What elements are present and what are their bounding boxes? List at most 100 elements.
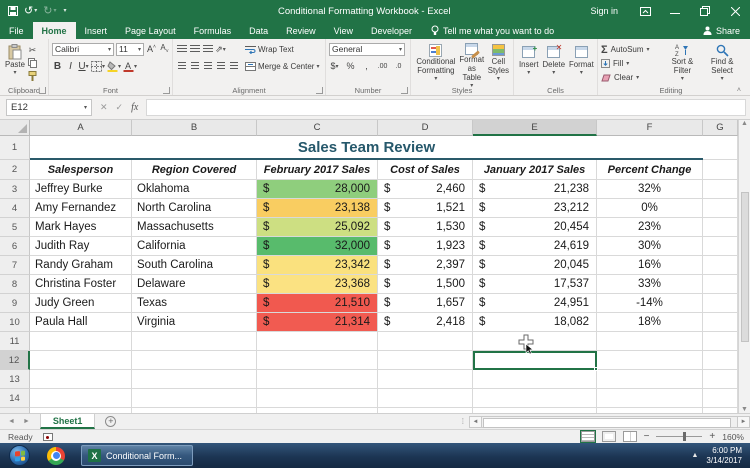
tab-home[interactable]: Home: [32, 22, 76, 39]
row-header-1[interactable]: 1: [0, 136, 30, 160]
percent-style-button[interactable]: %: [345, 60, 356, 72]
minimize-button[interactable]: [660, 0, 690, 22]
taskbar-clock[interactable]: 6:00 PM 3/14/2017: [706, 446, 742, 466]
tab-review[interactable]: Review: [277, 22, 325, 39]
zoom-level[interactable]: 160%: [722, 432, 744, 442]
cell-A14[interactable]: [30, 389, 132, 408]
increase-indent-button[interactable]: [228, 60, 239, 72]
undo-button[interactable]: ↺ ▾: [24, 5, 37, 17]
table-header-D2[interactable]: Cost of Sales: [378, 160, 473, 180]
cell-C13[interactable]: [257, 370, 378, 389]
paste-button[interactable]: Paste ▾: [3, 42, 27, 82]
row-header-2[interactable]: 2: [0, 160, 30, 180]
hscroll-left-icon[interactable]: ◄: [469, 415, 482, 428]
cell-B4[interactable]: North Carolina: [132, 199, 257, 218]
cell-B7[interactable]: South Carolina: [132, 256, 257, 275]
page-layout-view-button[interactable]: [601, 431, 616, 442]
cell-A13[interactable]: [30, 370, 132, 389]
name-box[interactable]: E12 ▾: [6, 99, 92, 116]
cell-D6[interactable]: $1,923: [378, 237, 473, 256]
cell-F14[interactable]: [597, 389, 703, 408]
fill-color-button[interactable]: ▾: [107, 60, 121, 72]
cell-B10[interactable]: Virginia: [132, 313, 257, 332]
cell-D5[interactable]: $1,530: [378, 218, 473, 237]
vertical-scrollbar[interactable]: ▲ ▼: [738, 120, 750, 413]
cell-G3[interactable]: [703, 180, 738, 199]
align-right-button[interactable]: [202, 60, 213, 72]
merge-center-button[interactable]: Merge & Center ▾: [245, 59, 319, 73]
cell-E4[interactable]: $23,212: [473, 199, 597, 218]
cell-styles-button[interactable]: Cell Styles ▾: [486, 42, 511, 84]
orientation-button[interactable]: ⇗ ▾: [215, 43, 226, 55]
page-break-view-button[interactable]: [622, 431, 637, 442]
cell-F8[interactable]: 33%: [597, 275, 703, 294]
close-button[interactable]: [720, 0, 750, 22]
cell-B12[interactable]: [132, 351, 257, 370]
cell-F3[interactable]: 32%: [597, 180, 703, 199]
italic-button[interactable]: I: [65, 60, 76, 72]
cell-B9[interactable]: Texas: [132, 294, 257, 313]
cell-C8[interactable]: $23,368: [257, 275, 378, 294]
table-header-F2[interactable]: Percent Change: [597, 160, 703, 180]
cell-A4[interactable]: Amy Fernandez: [30, 199, 132, 218]
cell-G13[interactable]: [703, 370, 738, 389]
cell-E10[interactable]: $18,082: [473, 313, 597, 332]
cell-D11[interactable]: [378, 332, 473, 351]
cell-G10[interactable]: [703, 313, 738, 332]
cell-G14[interactable]: [703, 389, 738, 408]
cell-C14[interactable]: [257, 389, 378, 408]
tab-formulas[interactable]: Formulas: [185, 22, 241, 39]
sheet-nav-right-icon[interactable]: ►: [23, 418, 30, 425]
cell-G6[interactable]: [703, 237, 738, 256]
vertical-scroll-thumb[interactable]: [740, 191, 749, 342]
row-header-4[interactable]: 4: [0, 199, 30, 218]
row-header-6[interactable]: 6: [0, 237, 30, 256]
column-header-G[interactable]: G: [703, 120, 738, 136]
cell-A10[interactable]: Paula Hall: [30, 313, 132, 332]
share-button[interactable]: Share: [693, 22, 750, 39]
cell-C3[interactable]: $28,000: [257, 180, 378, 199]
cell-B6[interactable]: California: [132, 237, 257, 256]
start-button[interactable]: [9, 445, 30, 466]
cell-B13[interactable]: [132, 370, 257, 389]
selected-cell-E12[interactable]: [473, 351, 598, 371]
cell-F6[interactable]: 30%: [597, 237, 703, 256]
tab-view[interactable]: View: [325, 22, 362, 39]
column-header-A[interactable]: A: [30, 120, 132, 136]
enter-formula-button[interactable]: ✓: [116, 102, 124, 113]
cell-C4[interactable]: $23,138: [257, 199, 378, 218]
insert-cells-button[interactable]: + Insert ▾: [517, 42, 541, 84]
tab-insert[interactable]: Insert: [76, 22, 117, 39]
column-header-E[interactable]: E: [473, 120, 597, 136]
row-header-14[interactable]: 14: [0, 389, 30, 408]
tab-splitter[interactable]: ⁞: [462, 417, 469, 426]
zoom-out-button[interactable]: −: [644, 431, 650, 442]
cell-G7[interactable]: [703, 256, 738, 275]
cell-E13[interactable]: [473, 370, 597, 389]
align-bottom-button[interactable]: [202, 43, 213, 55]
row-header-8[interactable]: 8: [0, 275, 30, 294]
font-name-combo[interactable]: Calibri ▾: [52, 42, 114, 56]
row-header-10[interactable]: 10: [0, 313, 30, 332]
cell-F4[interactable]: 0%: [597, 199, 703, 218]
cell-F10[interactable]: 18%: [597, 313, 703, 332]
chrome-taskbar-icon[interactable]: [47, 446, 65, 465]
cancel-formula-button[interactable]: ✕: [100, 102, 108, 113]
format-cells-button[interactable]: Format ▾: [567, 42, 596, 84]
customize-qat-button[interactable]: ▾: [62, 8, 66, 14]
delete-cells-button[interactable]: ✕ Delete ▾: [541, 42, 568, 84]
row-header-13[interactable]: 13: [0, 370, 30, 389]
cell-D8[interactable]: $1,500: [378, 275, 473, 294]
excel-taskbar-button[interactable]: X Conditional Form...: [81, 445, 194, 466]
tell-me-box[interactable]: Tell me what you want to do: [421, 22, 564, 39]
column-header-C[interactable]: C: [257, 120, 378, 136]
format-as-table-button[interactable]: Format as Table ▾: [458, 42, 486, 89]
cell-G1[interactable]: [703, 136, 738, 160]
decrease-indent-button[interactable]: [215, 60, 226, 72]
cell-F7[interactable]: 16%: [597, 256, 703, 275]
cell-C10[interactable]: $21,314: [257, 313, 378, 332]
record-macro-icon[interactable]: [42, 432, 53, 441]
hscroll-right-icon[interactable]: ►: [737, 415, 750, 428]
column-header-B[interactable]: B: [132, 120, 257, 136]
copy-button[interactable]: [27, 57, 38, 69]
